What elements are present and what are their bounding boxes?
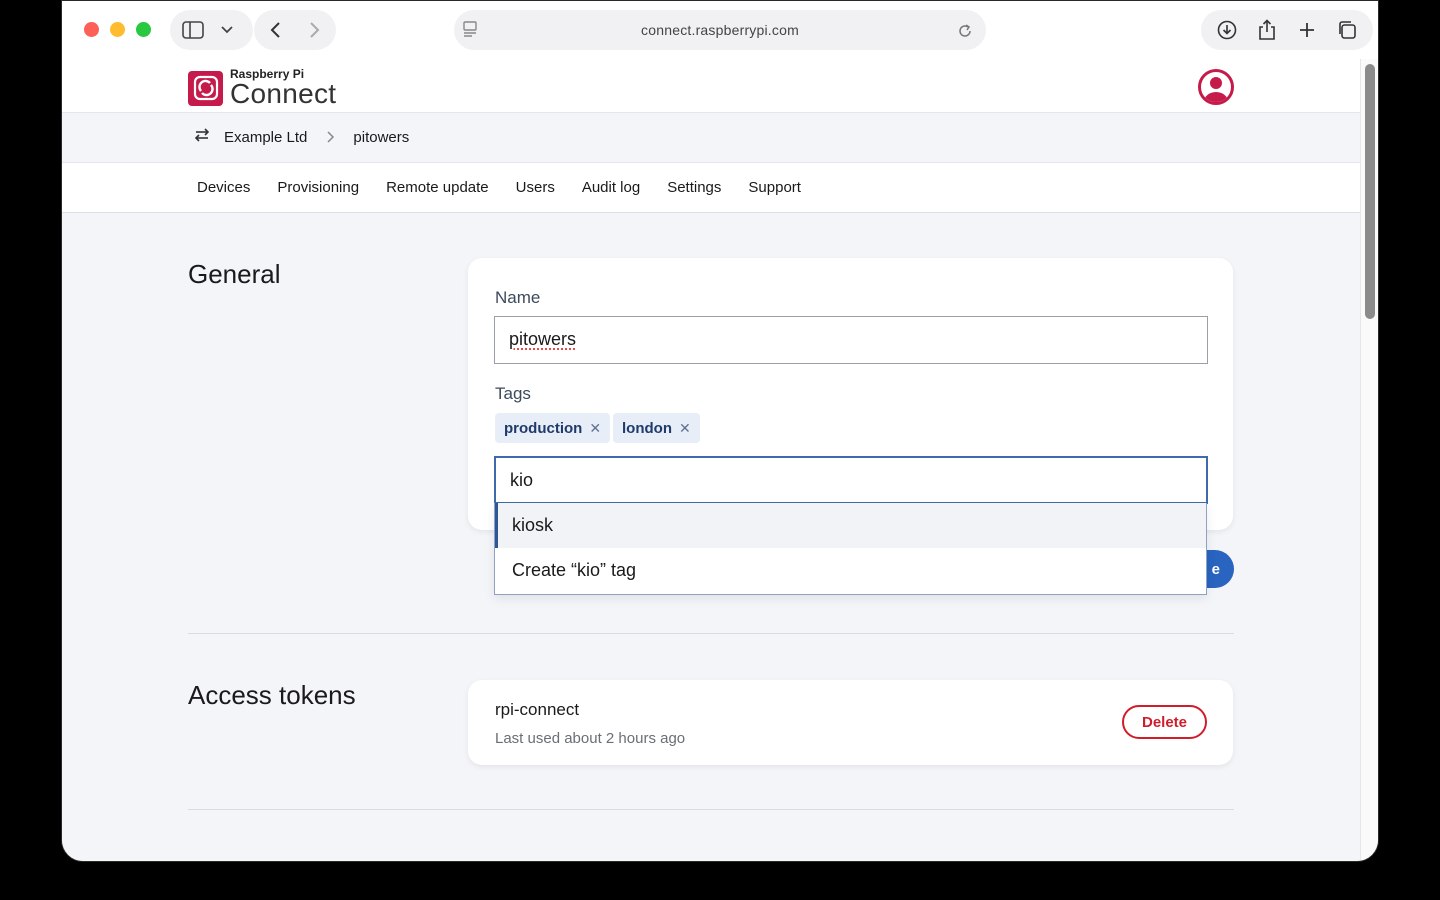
access-token-card: rpi-connect Last used about 2 hours ago … bbox=[468, 680, 1233, 765]
minimize-window-button[interactable] bbox=[110, 22, 125, 37]
user-avatar[interactable] bbox=[1198, 69, 1234, 105]
browser-actions bbox=[1201, 10, 1373, 50]
name-input[interactable]: pitowers bbox=[494, 316, 1208, 364]
suggestion-option[interactable]: kiosk bbox=[495, 503, 1206, 548]
new-tab-icon[interactable] bbox=[1292, 15, 1322, 45]
token-last-used: Last used about 2 hours ago bbox=[495, 730, 686, 747]
browser-window: connect.raspberrypi.com Raspberry Pi Con… bbox=[61, 0, 1379, 862]
tab-provisioning[interactable]: Provisioning bbox=[277, 179, 359, 196]
url-text: connect.raspberrypi.com bbox=[641, 22, 799, 38]
breadcrumb-workspace[interactable]: pitowers bbox=[353, 129, 409, 146]
breadcrumb-org[interactable]: Example Ltd bbox=[224, 129, 307, 146]
access-tokens-section-title: Access tokens bbox=[188, 680, 356, 710]
back-icon[interactable] bbox=[260, 15, 290, 45]
name-input-value: pitowers bbox=[509, 329, 577, 349]
delete-token-button[interactable]: Delete bbox=[1122, 705, 1207, 739]
general-section-title: General bbox=[188, 259, 281, 289]
chevron-right-icon bbox=[327, 130, 335, 146]
share-icon[interactable] bbox=[1252, 15, 1282, 45]
switch-org-icon[interactable] bbox=[194, 128, 212, 147]
token-name: rpi-connect bbox=[495, 700, 580, 719]
page-menu-icon[interactable] bbox=[462, 19, 478, 44]
scrollbar-thumb[interactable] bbox=[1365, 64, 1375, 319]
tab-settings[interactable]: Settings bbox=[667, 179, 721, 196]
tab-audit-log[interactable]: Audit log bbox=[582, 179, 640, 196]
history-nav-group bbox=[254, 10, 336, 50]
reload-icon[interactable] bbox=[950, 16, 980, 46]
save-button-label: e bbox=[1211, 560, 1220, 578]
brand-large: Connect bbox=[230, 78, 337, 109]
tag-chip-label: london bbox=[622, 419, 672, 437]
section-divider bbox=[188, 633, 1234, 634]
tab-overview-icon[interactable] bbox=[1332, 15, 1362, 45]
forward-icon[interactable] bbox=[300, 15, 330, 45]
tag-search-input[interactable]: kio bbox=[494, 456, 1208, 504]
zoom-window-button[interactable] bbox=[136, 22, 151, 37]
name-label: Name bbox=[495, 288, 541, 307]
tab-devices[interactable]: Devices bbox=[197, 179, 250, 196]
create-tag-option[interactable]: Create “kio” tag bbox=[495, 548, 1206, 593]
page-scrollbar[interactable] bbox=[1360, 59, 1378, 861]
connect-logo[interactable]: Raspberry Pi Connect bbox=[188, 68, 336, 108]
section-divider bbox=[188, 809, 1234, 810]
raspberry-pi-connect-logo-icon bbox=[188, 70, 223, 106]
settings-content: General Name pitowers Tags production ✕ … bbox=[62, 214, 1360, 861]
sidebar-toggle-group bbox=[170, 10, 253, 50]
workspace-tabs: Devices Provisioning Remote update Users… bbox=[62, 163, 1360, 213]
tag-chip: london ✕ bbox=[613, 413, 700, 443]
tab-users[interactable]: Users bbox=[516, 179, 555, 196]
close-window-button[interactable] bbox=[84, 22, 99, 37]
remove-tag-icon[interactable]: ✕ bbox=[679, 420, 691, 437]
tags-label: Tags bbox=[495, 384, 531, 403]
tag-suggestions-dropdown: kiosk Create “kio” tag bbox=[494, 503, 1207, 595]
sidebar-icon[interactable] bbox=[178, 15, 208, 45]
browser-toolbar: connect.raspberrypi.com bbox=[62, 1, 1378, 59]
tab-remote-update[interactable]: Remote update bbox=[386, 179, 489, 196]
tag-chip: production ✕ bbox=[495, 413, 611, 443]
tag-search-value: kio bbox=[510, 470, 534, 490]
app-header: Raspberry Pi Connect bbox=[62, 59, 1360, 113]
chevron-down-icon[interactable] bbox=[212, 15, 242, 45]
address-bar[interactable]: connect.raspberrypi.com bbox=[454, 10, 986, 50]
general-card: Name pitowers Tags production ✕ london ✕… bbox=[468, 258, 1233, 530]
user-icon bbox=[1204, 77, 1228, 102]
tag-chip-label: production bbox=[504, 419, 583, 437]
remove-tag-icon[interactable]: ✕ bbox=[589, 420, 601, 437]
tab-support[interactable]: Support bbox=[748, 179, 801, 196]
download-icon[interactable] bbox=[1212, 15, 1242, 45]
breadcrumb: Example Ltd pitowers bbox=[62, 113, 1360, 163]
